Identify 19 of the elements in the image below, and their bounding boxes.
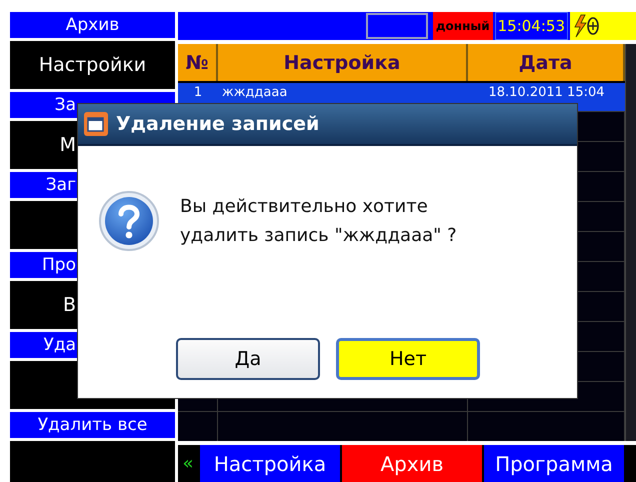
sidebar-button[interactable]: Настройки <box>10 41 175 89</box>
column-header[interactable]: Дата <box>468 44 625 81</box>
column-header[interactable]: Настройка <box>218 44 468 81</box>
question-icon <box>98 190 160 252</box>
nav-tab[interactable]: Программа <box>484 445 624 482</box>
clock-time: 15:04:53 <box>494 12 568 40</box>
dialog-button[interactable]: Нет <box>336 338 480 380</box>
lightning-plug-icon <box>572 14 602 38</box>
window-icon <box>84 112 108 136</box>
sidebar-button[interactable] <box>10 441 175 482</box>
column-header[interactable]: № <box>178 44 218 81</box>
dialog-message: Вы действительно хотите удалить запись "жжддааа" ? <box>180 195 457 248</box>
dialog-button[interactable]: Да <box>176 338 320 380</box>
sidebar-section-label: Удалить все <box>10 412 175 438</box>
scrollbar[interactable] <box>625 44 636 441</box>
nav-tab[interactable]: Настройка <box>200 445 340 482</box>
sidebar-section-label: Архив <box>10 12 175 38</box>
mode-indicator: донный <box>432 12 493 40</box>
nav-tab[interactable]: Архив <box>342 445 482 482</box>
